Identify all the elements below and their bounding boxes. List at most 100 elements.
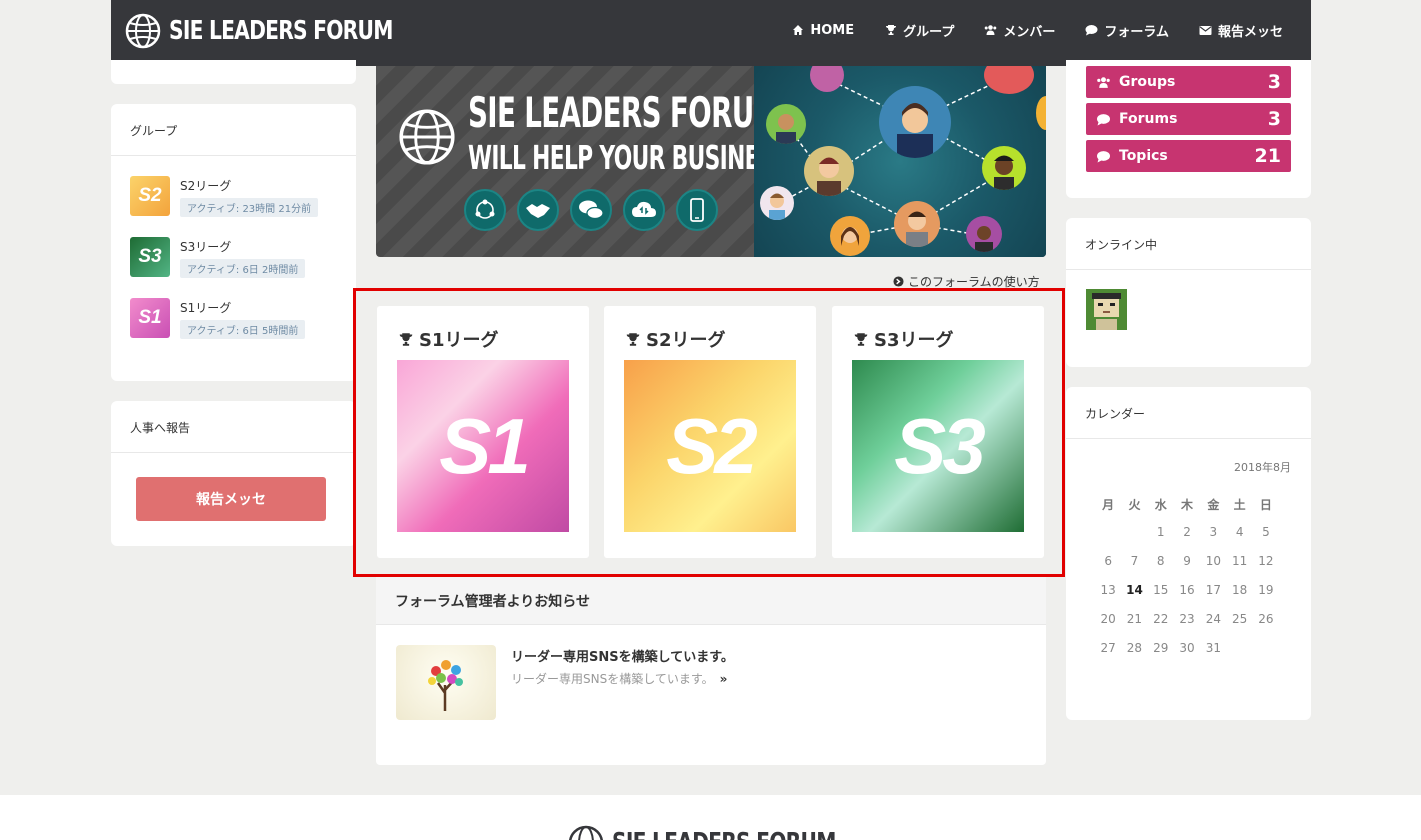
online-widget: オンライン中 (1066, 218, 1311, 367)
nav-groups-label: グループ (903, 24, 955, 40)
nav-forum[interactable]: フォーラム (1085, 21, 1169, 40)
left-top-panel (111, 60, 356, 84)
calendar-day[interactable]: 30 (1174, 641, 1200, 660)
calendar-day[interactable]: 16 (1174, 583, 1200, 602)
group-name[interactable]: S2リーグ (180, 177, 318, 194)
calendar-day[interactable]: 14 (1121, 583, 1147, 602)
group-avatar-s1[interactable]: S1 (130, 298, 170, 338)
calendar-day[interactable]: 22 (1148, 612, 1174, 631)
calendar-day[interactable]: 21 (1121, 612, 1147, 631)
banner-icon-row (464, 189, 718, 231)
stat-label: Topics (1119, 148, 1168, 164)
home-icon (791, 24, 804, 37)
calendar-day[interactable]: 29 (1148, 641, 1174, 660)
footer-logo[interactable]: SIE LEADERS FORUM (568, 825, 899, 840)
calendar-day[interactable]: 27 (1095, 641, 1121, 660)
calendar-weekday: 水 (1154, 498, 1167, 512)
tree-thumbnail[interactable] (396, 645, 496, 720)
group-avatar-s3[interactable]: S3 (130, 237, 170, 277)
group-name[interactable]: S3リーグ (180, 238, 305, 255)
calendar-day[interactable]: 31 (1200, 641, 1226, 660)
nav-home[interactable]: HOME (791, 23, 854, 38)
calendar-day[interactable]: 28 (1121, 641, 1147, 660)
calendar-day[interactable]: 23 (1174, 612, 1200, 631)
site-logo[interactable]: SIE LEADERS FORUM (125, 13, 456, 49)
users-icon (984, 24, 997, 37)
read-more-link[interactable]: » (720, 672, 728, 686)
calendar-day[interactable]: 20 (1095, 612, 1121, 631)
calendar-weekday: 金 (1207, 498, 1220, 512)
site-header: SIE LEADERS FORUM HOME グループ メンバー フォーラム 報… (111, 0, 1311, 66)
notice-heading: フォーラム管理者よりお知らせ (376, 577, 1046, 625)
calendar-day[interactable]: 1 (1148, 525, 1174, 544)
calendar-day[interactable]: 12 (1253, 554, 1279, 573)
nav-groups[interactable]: グループ (884, 21, 954, 40)
calendar-day[interactable]: 11 (1226, 554, 1252, 573)
calendar-day[interactable]: 26 (1253, 612, 1279, 631)
calendar-weekday: 木 (1181, 498, 1194, 512)
highlight-box (353, 288, 1065, 577)
person-avatar (766, 104, 806, 144)
comment-icon (1097, 150, 1110, 162)
handshake-icon (517, 189, 559, 231)
calendar-day[interactable]: 9 (1174, 554, 1200, 573)
banner-title: SIE LEADERS FORUM (468, 88, 781, 137)
notice-title[interactable]: リーダー専用SNSを構築しています。 (511, 646, 734, 665)
calendar-day[interactable]: 25 (1226, 612, 1252, 631)
stat-label: Forums (1119, 111, 1178, 127)
users-icon (1097, 76, 1110, 88)
calendar-day[interactable]: 10 (1200, 554, 1226, 573)
calendar-day[interactable]: 17 (1200, 583, 1226, 602)
calendar-day[interactable]: 6 (1095, 554, 1121, 573)
calendar-day[interactable]: 7 (1121, 554, 1147, 573)
calendar-weekday: 日 (1259, 498, 1272, 512)
calendar-day[interactable]: 15 (1148, 583, 1174, 602)
calendar-month: 2018年8月 (1234, 461, 1291, 474)
list-item[interactable]: S2 S2リーグ アクティブ: 23時間 21分前 (130, 176, 337, 217)
people-network-illustration (754, 66, 1046, 257)
calendar-weekday: 月 (1102, 498, 1115, 512)
calendar-day[interactable]: 3 (1200, 525, 1226, 544)
globe-icon (399, 109, 455, 165)
calendar-day[interactable]: 19 (1253, 583, 1279, 602)
list-item[interactable]: S1 S1リーグ アクティブ: 6日 5時間前 (130, 298, 337, 339)
stat-label: Groups (1119, 74, 1176, 90)
list-item[interactable]: S3 S3リーグ アクティブ: 6日 2時間前 (130, 237, 337, 278)
person-avatar (760, 186, 794, 220)
calendar-day[interactable]: 4 (1226, 525, 1252, 544)
group-activity-badge: アクティブ: 6日 2時間前 (180, 259, 306, 278)
nav-members[interactable]: メンバー (984, 21, 1055, 40)
person-avatar (982, 146, 1026, 190)
stat-count: 3 (1267, 108, 1281, 130)
calendar-day[interactable]: 24 (1200, 612, 1226, 631)
stat-forums[interactable]: Forums 3 (1086, 103, 1291, 135)
notice-excerpt: リーダー専用SNSを構築しています。» (511, 672, 728, 686)
avatar[interactable] (1086, 289, 1127, 330)
person-avatar (830, 216, 870, 256)
nav-home-label: HOME (810, 22, 855, 38)
calendar-day[interactable]: 5 (1253, 525, 1279, 544)
calendar-weekday: 火 (1128, 498, 1141, 512)
calendar-day (1095, 525, 1121, 544)
globe-icon (569, 825, 603, 840)
nav-report[interactable]: 報告メッセ (1199, 21, 1283, 40)
main-nav: HOME グループ メンバー フォーラム 報告メッセ (791, 0, 1283, 60)
report-button[interactable]: 報告メッセ (136, 477, 326, 521)
calendar-day[interactable]: 18 (1226, 583, 1252, 602)
calendar-day[interactable]: 2 (1174, 525, 1200, 544)
groups-widget-title: グループ (111, 104, 356, 156)
group-avatar-s2[interactable]: S2 (130, 176, 170, 216)
smartphone-icon (676, 189, 718, 231)
group-name[interactable]: S1リーグ (180, 299, 305, 316)
nav-forum-label: フォーラム (1104, 24, 1169, 40)
calendar-day[interactable]: 13 (1095, 583, 1121, 602)
calendar-day[interactable]: 8 (1148, 554, 1174, 573)
logo-text: SIE LEADERS FORUM (169, 16, 393, 46)
stat-groups[interactable]: Groups 3 (1086, 66, 1291, 98)
online-widget-title: オンライン中 (1066, 218, 1311, 270)
comment-icon (1097, 113, 1110, 125)
stat-topics[interactable]: Topics 21 (1086, 140, 1291, 172)
stat-count: 3 (1267, 71, 1281, 93)
chat-icon (570, 189, 612, 231)
calendar-widget: カレンダー 2018年8月 月火水木金土日 1 2 3 4 5 6 7 8 9 10 11 12 13 14… (1066, 387, 1311, 720)
